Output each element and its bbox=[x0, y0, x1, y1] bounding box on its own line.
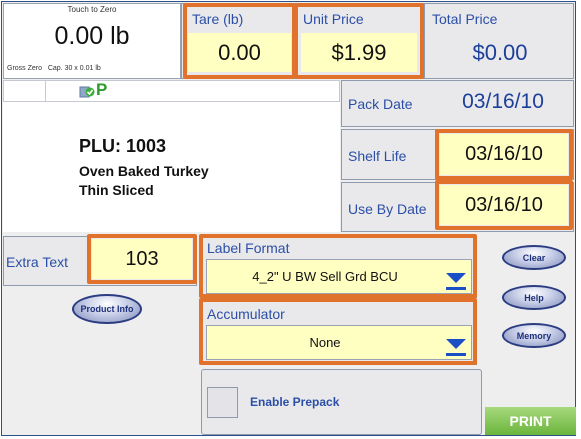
touch-to-zero-label: Touch to Zero bbox=[67, 5, 117, 14]
extra-text-label: Extra Text bbox=[6, 254, 68, 270]
pack-date-value: 03/16/10 bbox=[462, 90, 544, 113]
total-price-value: $0.00 bbox=[472, 40, 528, 65]
p-icon: P bbox=[96, 80, 108, 99]
help-button[interactable]: Help bbox=[502, 285, 566, 310]
plu-number: PLU: 1003 bbox=[79, 136, 167, 156]
print-button[interactable]: PRINT bbox=[485, 407, 576, 435]
accumulator-dropdown[interactable]: None bbox=[206, 325, 472, 360]
enable-prepack-checkbox[interactable] bbox=[207, 387, 238, 418]
product-description-line1: Oven Baked Turkey bbox=[79, 163, 209, 179]
pack-date-label: Pack Date bbox=[348, 96, 413, 112]
enable-prepack-panel bbox=[201, 369, 482, 435]
use-by-field[interactable]: 03/16/10 bbox=[440, 185, 568, 225]
scale-display[interactable]: Touch to Zero 0.00 lb Gross Zero Cap. 30… bbox=[3, 3, 181, 79]
weight-readout: 0.00 lb bbox=[54, 22, 130, 50]
enable-prepack-label: Enable Prepack bbox=[250, 395, 340, 409]
unit-price-label: Unit Price bbox=[303, 11, 364, 27]
unit-price-field[interactable]: $1.99 bbox=[301, 33, 417, 72]
tare-label: Tare (lb) bbox=[192, 11, 244, 27]
checkmark-icon bbox=[79, 83, 95, 99]
shelf-life-label: Shelf Life bbox=[348, 148, 407, 164]
total-price-label: Total Price bbox=[432, 11, 498, 27]
status-bar bbox=[3, 80, 340, 102]
label-format-value: 4_2" U BW Sell Grd BCU bbox=[252, 269, 398, 284]
clear-button[interactable]: Clear bbox=[502, 245, 566, 270]
use-by-label: Use By Date bbox=[348, 201, 427, 217]
extra-text-field[interactable]: 103 bbox=[92, 239, 192, 279]
dropdown-arrow-underline bbox=[446, 353, 466, 356]
product-area bbox=[3, 80, 340, 232]
memory-button[interactable]: Memory bbox=[502, 323, 566, 348]
tare-field[interactable]: 0.00 bbox=[188, 33, 291, 72]
product-description-line2: Thin Sliced bbox=[79, 182, 154, 198]
product-info-button[interactable]: Product Info bbox=[72, 294, 142, 324]
scale-screen: Touch to Zero 0.00 lb Gross Zero Cap. 30… bbox=[0, 0, 581, 439]
label-format-label: Label Format bbox=[207, 240, 290, 256]
dropdown-arrow-underline bbox=[446, 287, 466, 290]
chevron-down-icon[interactable] bbox=[446, 339, 466, 349]
accumulator-value: None bbox=[309, 335, 341, 350]
shelf-life-field[interactable]: 03/16/10 bbox=[440, 134, 568, 175]
scale-capacity-footer: Gross Zero Cap. 30 x 0.01 lb bbox=[7, 65, 101, 72]
status-empty-cell bbox=[4, 81, 46, 101]
accumulator-label: Accumulator bbox=[207, 306, 285, 322]
chevron-down-icon[interactable] bbox=[446, 273, 466, 283]
label-format-dropdown[interactable]: 4_2" U BW Sell Grd BCU bbox=[206, 259, 472, 294]
